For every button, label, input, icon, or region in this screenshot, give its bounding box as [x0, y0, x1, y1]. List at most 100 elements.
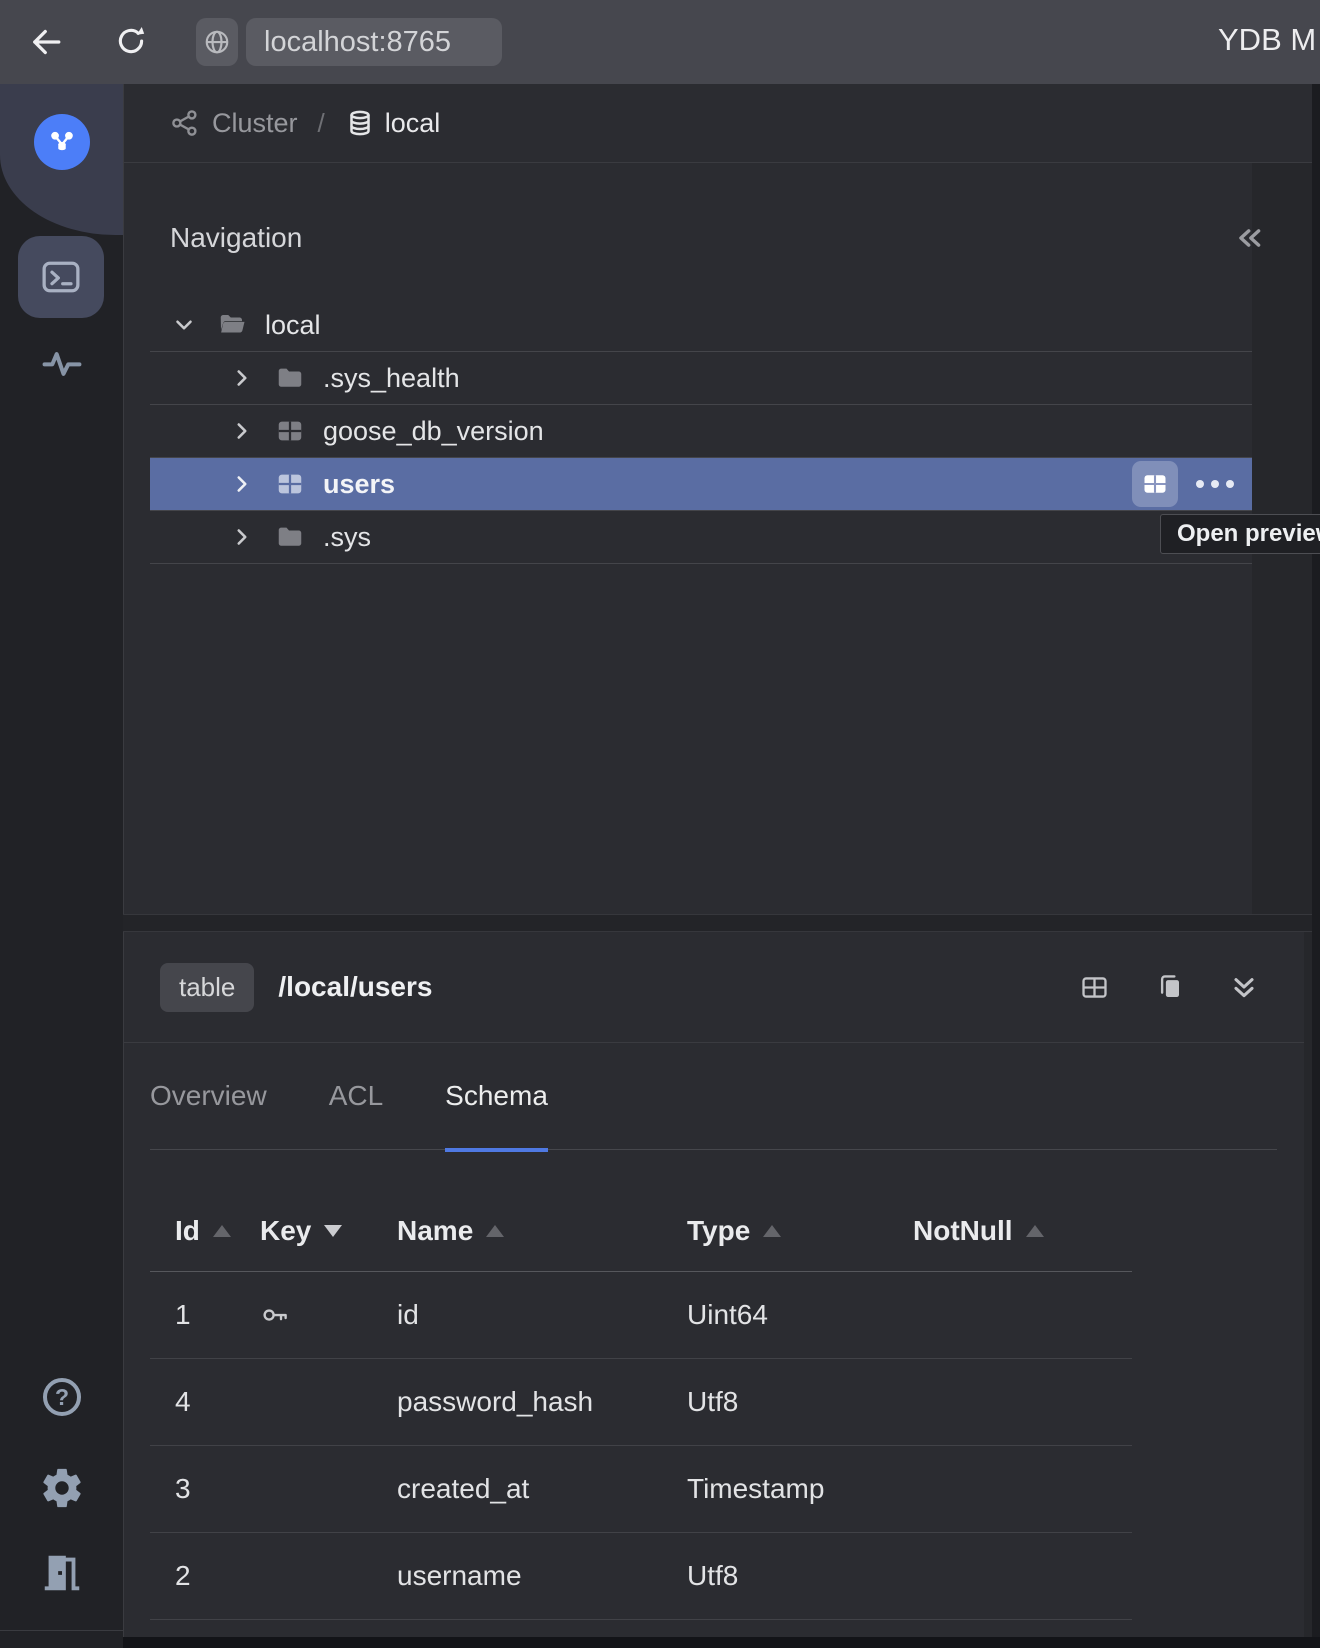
query-editor-button[interactable]: [18, 236, 104, 318]
ydb-logo[interactable]: [34, 114, 90, 170]
open-preview-tooltip: Open preview: [1160, 514, 1320, 554]
breadcrumb-cluster-label: Cluster: [212, 108, 298, 139]
double-chevron-down-icon: [1228, 971, 1260, 1003]
entity-type-badge: table: [160, 963, 254, 1012]
column-label: Id: [175, 1215, 200, 1247]
cell-name: password_hash: [397, 1386, 687, 1418]
tree-item-sys-health[interactable]: .sys_health: [150, 352, 1252, 405]
globe-icon: [202, 27, 232, 57]
logout-button[interactable]: [39, 1550, 85, 1596]
tab-schema[interactable]: Schema: [445, 1043, 548, 1149]
entity-bar-actions: [1078, 971, 1260, 1003]
ellipsis-dot: [1211, 480, 1219, 488]
panel-splitter[interactable]: [123, 914, 1312, 932]
schema-table: Id Key Name Type NotNull 1: [150, 1150, 1132, 1620]
address-bar[interactable]: localhost:8765: [246, 18, 502, 66]
settings-button[interactable]: [39, 1465, 85, 1511]
tree-row-actions: [1132, 461, 1252, 507]
folder-open-icon: [217, 310, 247, 340]
tab-overview[interactable]: Overview: [150, 1043, 267, 1149]
column-label: NotNull: [913, 1215, 1013, 1247]
cell-type: Uint64: [687, 1299, 913, 1331]
breadcrumb-cluster[interactable]: Cluster: [170, 108, 298, 139]
column-label: Key: [260, 1215, 311, 1247]
schema-row-created-at: 3 created_at Timestamp: [150, 1446, 1132, 1533]
gear-icon: [39, 1465, 85, 1511]
sort-asc-icon: [486, 1225, 504, 1237]
tree-item-goose-db-version[interactable]: goose_db_version: [150, 405, 1252, 458]
breadcrumb-separator: /: [318, 108, 325, 139]
entity-path: /local/users: [278, 971, 432, 1003]
help-button[interactable]: ?: [43, 1378, 81, 1416]
question-mark-icon: ?: [55, 1384, 69, 1411]
breadcrumb-database[interactable]: local: [345, 108, 441, 139]
cluster-nodes-icon: [170, 108, 200, 138]
tree-item-label: .sys_health: [323, 363, 460, 394]
schema-table-header: Id Key Name Type NotNull: [150, 1150, 1132, 1272]
cell-name: id: [397, 1299, 687, 1331]
sort-asc-icon: [763, 1225, 781, 1237]
cell-id: 1: [150, 1299, 260, 1331]
entity-tabs: Overview ACL Schema: [150, 1043, 1277, 1150]
cell-key: [260, 1300, 397, 1330]
breadcrumb: Cluster / local: [123, 84, 1312, 163]
cell-id: 4: [150, 1386, 260, 1418]
cell-id: 2: [150, 1560, 260, 1592]
column-header-key[interactable]: Key: [260, 1215, 397, 1247]
table-icon: [275, 416, 305, 446]
collapse-panel-button[interactable]: [1230, 220, 1266, 256]
column-header-name[interactable]: Name: [397, 1215, 687, 1247]
chevron-right-icon[interactable]: [229, 365, 255, 391]
open-in-table-button[interactable]: [1078, 971, 1110, 1003]
monitoring-pulse-button[interactable]: [33, 340, 91, 388]
open-preview-button[interactable]: [1132, 461, 1178, 507]
url-text: localhost:8765: [264, 26, 451, 59]
chevron-down-icon[interactable]: [171, 312, 197, 338]
refresh-icon[interactable]: [114, 24, 148, 58]
tree-item-label: local: [265, 310, 321, 341]
navigation-panel-title: Navigation: [170, 222, 302, 254]
table-preview-icon: [1141, 470, 1169, 498]
table-grid-icon: [1079, 972, 1110, 1003]
schema-row-password-hash: 4 password_hash Utf8: [150, 1359, 1132, 1446]
chevron-right-icon[interactable]: [229, 471, 255, 497]
more-actions-button[interactable]: [1190, 480, 1240, 488]
chevron-right-icon[interactable]: [229, 524, 255, 550]
navigation-tree: local .sys_health goose_db_version: [150, 299, 1252, 564]
tree-item-users[interactable]: users: [150, 458, 1252, 511]
cell-type: Utf8: [687, 1560, 913, 1592]
app-sidebar: ?: [0, 84, 123, 1648]
ellipsis-dot: [1196, 480, 1204, 488]
column-header-type[interactable]: Type: [687, 1215, 913, 1247]
sort-desc-icon: [324, 1225, 342, 1237]
site-info-button[interactable]: [196, 18, 238, 66]
collapse-summary-button[interactable]: [1228, 971, 1260, 1003]
column-header-id[interactable]: Id: [150, 1215, 260, 1247]
sidebar-divider: [0, 1630, 123, 1631]
window-title: YDB M: [1218, 22, 1316, 58]
copy-path-button[interactable]: [1153, 971, 1185, 1003]
tab-acl[interactable]: ACL: [329, 1043, 383, 1149]
window-edge-strip: [1312, 84, 1320, 1648]
tree-item-local[interactable]: local: [150, 299, 1252, 352]
cell-id: 3: [150, 1473, 260, 1505]
sort-asc-icon: [1026, 1225, 1044, 1237]
sidebar-border: [123, 84, 124, 1648]
terminal-icon: [38, 254, 84, 300]
database-cylinder-icon: [345, 108, 375, 138]
chevron-right-icon[interactable]: [229, 418, 255, 444]
cell-type: Timestamp: [687, 1473, 913, 1505]
column-label: Name: [397, 1215, 473, 1247]
tree-item-sys[interactable]: .sys: [150, 511, 1252, 564]
schema-row-username: 2 username Utf8: [150, 1533, 1132, 1620]
ydb-cluster-icon: [46, 126, 78, 158]
ellipsis-dot: [1226, 480, 1234, 488]
pulse-icon: [35, 342, 89, 386]
copy-icon: [1154, 972, 1184, 1002]
column-header-notnull[interactable]: NotNull: [913, 1215, 1132, 1247]
table-icon: [275, 469, 305, 499]
back-icon[interactable]: [28, 24, 64, 60]
schema-row-id: 1 id Uint64: [150, 1272, 1132, 1359]
folder-icon: [275, 363, 305, 393]
double-chevron-left-icon: [1231, 221, 1265, 255]
